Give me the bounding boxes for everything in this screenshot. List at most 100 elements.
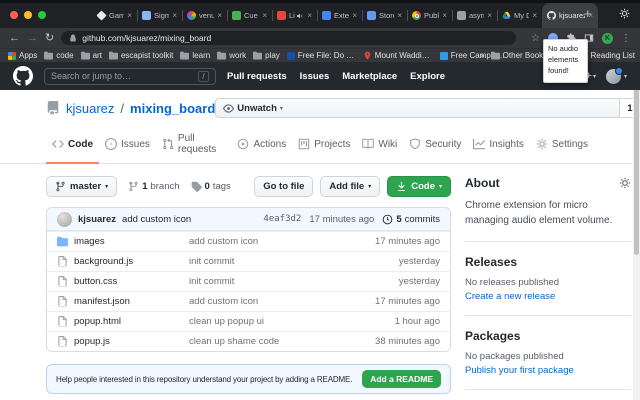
publish-package-link[interactable]: Publish your first package: [465, 365, 631, 376]
browser-tab-extensions[interactable]: Extensi ×: [317, 3, 362, 28]
reload-icon[interactable]: ↻: [45, 33, 54, 44]
window-close-button[interactable]: [10, 11, 18, 19]
back-arrow-icon[interactable]: ←: [9, 33, 20, 44]
bookmark-mount-waddington[interactable]: Mount Waddingto…: [363, 51, 433, 60]
bookmark-folder-escapist-toolkit[interactable]: escapist toolkit: [109, 51, 173, 60]
repo-owner-link[interactable]: kjsuarez: [66, 101, 114, 116]
tab-close-icon[interactable]: ×: [262, 11, 267, 20]
packages-heading[interactable]: Packages: [465, 329, 631, 343]
commit-author-avatar[interactable]: [57, 212, 72, 227]
browser-menu-icon[interactable]: ⋮: [621, 33, 631, 44]
tab-pull-requests[interactable]: Pull requests: [156, 127, 232, 164]
tab-close-icon[interactable]: ×: [307, 11, 312, 20]
tags-count[interactable]: 0 tags: [191, 181, 231, 192]
file-commit-message[interactable]: add custom icon: [189, 236, 346, 247]
bookmark-free-file[interactable]: Free File: Do Your…: [287, 51, 356, 60]
file-name[interactable]: images: [74, 236, 105, 247]
commit-author[interactable]: kjsuarez: [78, 214, 116, 225]
browser-tab-cue[interactable]: Cue Nat ×: [227, 3, 272, 28]
browser-tab-drive[interactable]: My Driv ×: [497, 3, 542, 28]
page-scrollbar[interactable]: [633, 62, 640, 400]
browser-tab-gamemaker[interactable]: GameM ×: [92, 3, 137, 28]
commit-hash[interactable]: 4eaf3d2: [263, 214, 301, 224]
scrollbar-thumb[interactable]: [634, 65, 639, 255]
commit-history-link[interactable]: 5 commits: [382, 214, 440, 225]
bookmark-folder-art[interactable]: art: [81, 51, 102, 60]
window-zoom-button[interactable]: [38, 11, 46, 19]
commit-message[interactable]: add custom icon: [122, 214, 191, 225]
table-row[interactable]: popup.html clean up popup ui 1 hour ago: [47, 311, 450, 331]
github-logo-icon[interactable]: [13, 66, 33, 86]
file-commit-message[interactable]: clean up shame code: [189, 336, 346, 347]
code-download-button[interactable]: Code ▾: [387, 176, 451, 197]
tab-close-icon[interactable]: ×: [127, 11, 132, 20]
new-tab-button[interactable]: +: [584, 6, 592, 21]
browser-tab-list[interactable]: List ×: [272, 3, 317, 28]
branches-count[interactable]: 1 branch: [128, 181, 179, 192]
unwatch-button[interactable]: Unwatch ▾: [215, 98, 620, 118]
tab-issues[interactable]: Issues: [99, 127, 156, 164]
table-row[interactable]: manifest.json add custom icon 17 minutes…: [47, 291, 450, 311]
table-row[interactable]: background.js init commit yesterday: [47, 251, 450, 271]
user-menu[interactable]: ▾: [606, 69, 627, 84]
file-name[interactable]: background.js: [74, 256, 133, 267]
bookmark-folder-learn[interactable]: learn: [180, 51, 210, 60]
file-commit-message[interactable]: init commit: [189, 276, 346, 287]
browser-tab-store[interactable]: Store Li ×: [362, 3, 407, 28]
file-name[interactable]: manifest.json: [74, 296, 130, 307]
tab-insights[interactable]: Insights: [467, 127, 529, 164]
bookmark-star-icon[interactable]: ☆: [531, 33, 540, 44]
browser-settings-gear-icon[interactable]: [619, 8, 630, 19]
forward-arrow-icon[interactable]: →: [27, 33, 38, 44]
go-to-file-button[interactable]: Go to file: [254, 176, 313, 197]
url-text[interactable]: github.com/kjsuarez/mixing_board: [82, 33, 211, 43]
tab-settings[interactable]: Settings: [530, 127, 594, 164]
browser-tab-publish[interactable]: Publish ×: [407, 3, 452, 28]
tab-wiki[interactable]: Wiki: [356, 127, 403, 164]
browser-tab-venus[interactable]: venus w ×: [182, 3, 227, 28]
address-bar[interactable]: github.com/kjsuarez/mixing_board: [61, 31, 516, 45]
file-name[interactable]: popup.html: [74, 316, 121, 327]
bookmark-apps[interactable]: Apps: [8, 51, 37, 60]
bookmark-folder-play[interactable]: play: [253, 51, 280, 60]
tab-audio-speaker-icon[interactable]: [296, 12, 304, 20]
tab-close-icon[interactable]: ×: [352, 11, 357, 20]
nav-pull-requests[interactable]: Pull requests: [227, 71, 287, 82]
tab-actions[interactable]: Actions: [231, 127, 292, 164]
bookmarks-overflow-chevron[interactable]: »: [480, 51, 484, 60]
window-minimize-button[interactable]: [24, 11, 32, 19]
about-settings-gear-icon[interactable]: [619, 177, 631, 189]
nav-marketplace[interactable]: Marketplace: [342, 71, 397, 82]
tab-close-icon[interactable]: ×: [442, 11, 447, 20]
tab-close-icon[interactable]: ×: [532, 11, 537, 20]
bookmark-folder-code[interactable]: code: [44, 51, 73, 60]
tab-code[interactable]: Code: [46, 127, 99, 164]
profile-avatar[interactable]: K: [602, 33, 613, 44]
repo-name-link[interactable]: mixing_board: [130, 101, 215, 116]
table-row[interactable]: popup.js clean up shame code 38 minutes …: [47, 331, 450, 351]
file-name[interactable]: button.css: [74, 276, 117, 287]
file-commit-message[interactable]: clean up popup ui: [189, 316, 346, 327]
tab-projects[interactable]: Projects: [292, 127, 356, 164]
add-file-button[interactable]: Add file▾: [320, 176, 380, 197]
create-release-link[interactable]: Create a new release: [465, 291, 631, 302]
file-name[interactable]: popup.js: [74, 336, 110, 347]
tab-security[interactable]: Security: [403, 127, 467, 164]
nav-explore[interactable]: Explore: [410, 71, 445, 82]
file-commit-message[interactable]: init commit: [189, 256, 346, 267]
releases-heading[interactable]: Releases: [465, 255, 631, 269]
table-row[interactable]: button.css init commit yesterday: [47, 271, 450, 291]
file-commit-message[interactable]: add custom icon: [189, 296, 346, 307]
add-readme-button[interactable]: Add a README: [362, 370, 441, 388]
tab-close-icon[interactable]: ×: [217, 11, 222, 20]
tab-close-icon[interactable]: ×: [487, 11, 492, 20]
browser-tab-async[interactable]: async fu ×: [452, 3, 497, 28]
branch-selector-button[interactable]: master ▾: [46, 176, 117, 197]
browser-tab-sigma[interactable]: Sigma S ×: [137, 3, 182, 28]
tab-close-icon[interactable]: ×: [397, 11, 402, 20]
github-search-input[interactable]: Search or jump to… /: [44, 68, 216, 85]
table-row[interactable]: images add custom icon 17 minutes ago: [47, 231, 450, 251]
bookmark-folder-work[interactable]: work: [217, 51, 246, 60]
nav-issues[interactable]: Issues: [300, 71, 330, 82]
tab-close-icon[interactable]: ×: [172, 11, 177, 20]
